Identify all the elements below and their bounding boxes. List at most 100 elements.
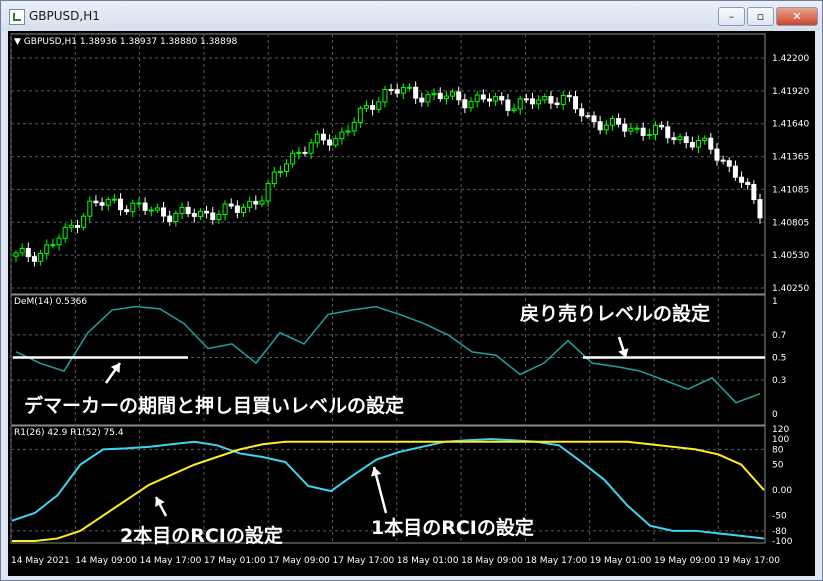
candle-body [376,101,382,110]
candle-body [591,115,597,123]
candle-body [696,139,702,148]
candle-body [93,200,99,204]
candle-body [277,170,283,173]
price-tick-label: 1.40250 [772,284,809,294]
rci-tick-label: -80 [772,527,787,537]
candle-body [179,206,185,214]
time-axis-label: 17 May 17:00 [333,556,395,566]
minimize-button[interactable]: – [718,7,745,26]
candle-body [185,206,191,215]
candle-body [523,98,529,101]
candle-body [536,99,542,105]
candle-body [284,163,290,172]
candle-body [31,256,37,262]
candle-body [204,210,210,214]
time-axis-label: 14 May 2021 [11,556,70,566]
rci-tick-label: 80 [772,445,784,455]
price-tick-label: 1.40530 [772,251,809,261]
candle-body [247,200,253,208]
candle-body [474,94,480,103]
chart-window: GBPUSD,H1 – ▫ ✕ 1.42200 1.41920 1.41640 1.4… [0,0,823,581]
annotation-dem-left: デマーカーの期間と押し目買いレベルの設定 [24,395,405,417]
time-axis-label: 17 May 01:00 [204,556,266,566]
price-tick-label: 1.42200 [772,54,809,64]
candle-body [222,203,228,215]
candle-body [210,212,216,221]
time-axis-label: 14 May 09:00 [75,556,137,566]
candle-body [130,202,136,213]
candle-body [81,215,87,228]
candle-body [665,126,671,139]
candle-body [197,210,203,217]
annotation-dem-right: 戻り売りレベルの設定 [520,303,711,325]
candle-body [413,86,419,99]
candle-body [56,237,62,246]
annotation-rci-slow: 2本目のRCIの設定 [120,525,283,547]
candle-body [167,215,173,223]
candle-body [714,148,720,161]
candle-body [609,118,615,126]
collapse-triangle-icon[interactable]: ▼ [14,37,24,47]
candle-body [751,184,757,201]
candle-body [333,138,339,146]
candle-body [585,115,591,118]
candle-body [480,94,486,100]
candle-body [271,171,277,185]
candle-body [757,199,763,219]
candle-body [579,108,585,117]
candle-body [259,200,265,205]
candle-body [173,212,179,223]
price-tick-label: 1.40805 [772,218,809,228]
candle-body [486,98,492,102]
price-tick-label: 1.41640 [772,120,809,130]
chart-area[interactable]: 1.42200 1.41920 1.41640 1.41365 1.41085 1.408… [8,31,815,576]
candle-body [450,91,456,97]
candle-body [708,137,714,150]
candle-body [499,96,505,101]
dem-label: DeM(14) 0.5366 [14,297,88,307]
candle-body [105,198,111,206]
candle-body [560,94,566,106]
candle-body [431,92,437,96]
candle-body [68,224,74,228]
candle-body [745,181,751,186]
candle-body [87,200,93,217]
candle-body [683,136,689,144]
title-bar[interactable]: GBPUSD,H1 – ▫ ✕ [1,1,822,31]
candle-body [296,151,302,154]
rci-tick-label: 120 [772,425,789,435]
candle-body [382,88,388,103]
time-axis-label: 19 May 17:00 [718,556,780,566]
candle-body [542,96,548,101]
candle-body [677,136,683,141]
candle-body [339,131,345,140]
candle-body [493,96,499,102]
candle-body [652,124,658,136]
candle-body [351,122,357,132]
chart-app-icon [9,9,25,25]
rci-tick-label: 0.00 [772,486,792,496]
candle-body [327,139,333,146]
candle-body [702,137,708,141]
candle-body [265,183,271,202]
time-axis-label: 19 May 09:00 [654,556,716,566]
candle-body [216,213,222,221]
close-button[interactable]: ✕ [776,7,818,26]
candle-body [357,107,363,124]
arrow-rci-fast-head [370,467,382,477]
candle-body [616,118,622,125]
candle-body [290,152,296,165]
candle-body [241,206,247,213]
panel-frame-0 [10,33,766,296]
candle-body [148,209,154,212]
time-axis-label: 19 May 01:00 [590,556,652,566]
candle-body [659,124,665,128]
restore-button[interactable]: ▫ [747,7,774,26]
price-readout: GBPUSD,H1 1.38936 1.38937 1.38880 1.3889… [23,37,238,47]
time-axis-label: 18 May 09:00 [461,556,523,566]
time-axis-label: 14 May 17:00 [140,556,202,566]
candle-body [308,142,314,154]
candle-body [689,142,695,148]
rci-label: R1(26) 42.9 R1(52) 75.4 [14,428,124,438]
candle-body [548,96,554,104]
